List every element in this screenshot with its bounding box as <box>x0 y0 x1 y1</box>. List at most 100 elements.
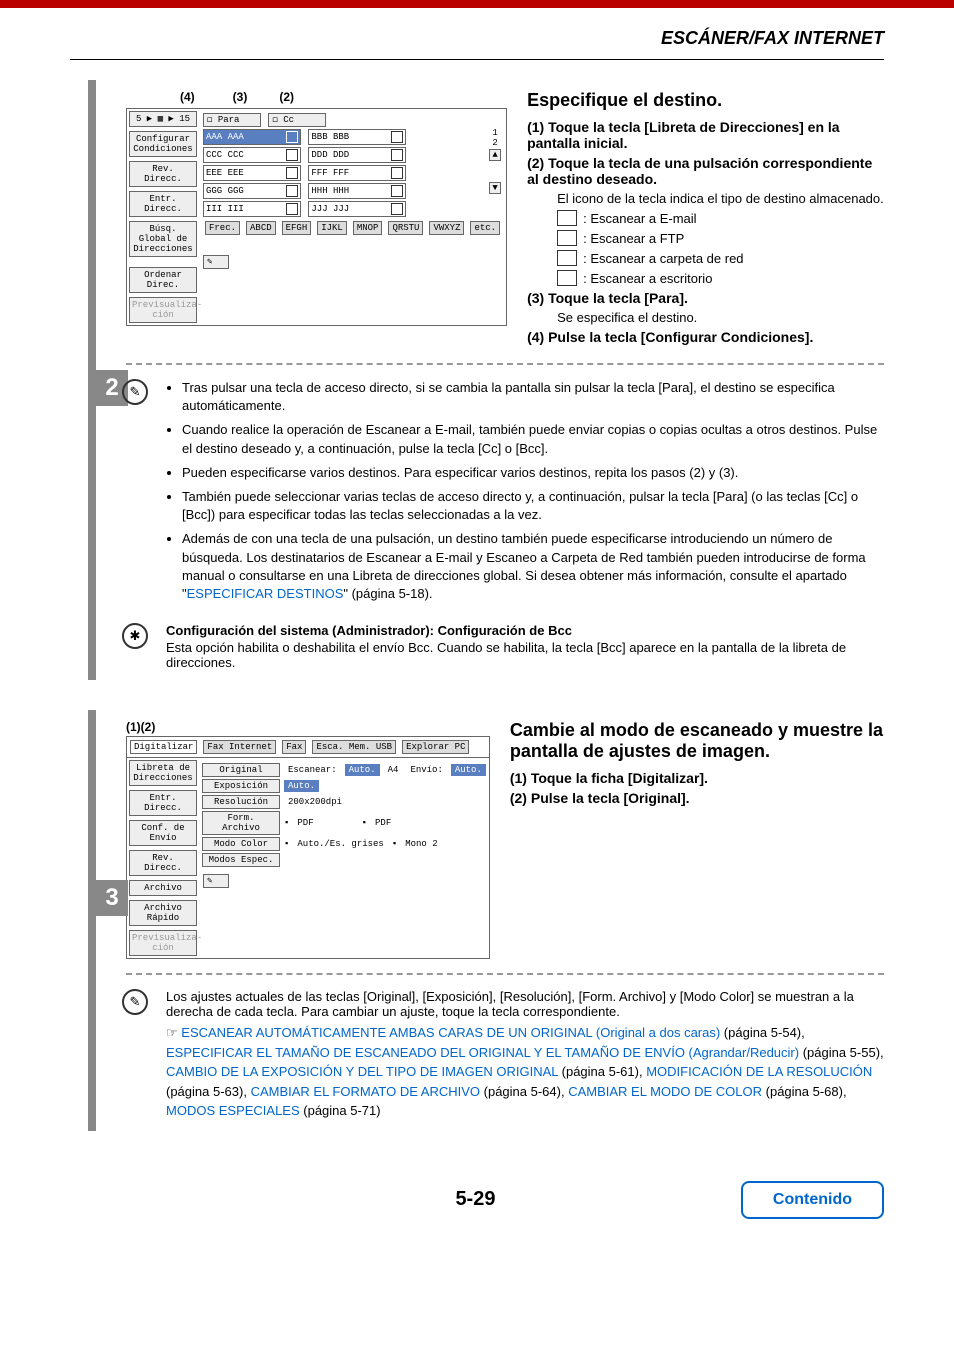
tab-mnop[interactable]: MNOP <box>353 221 383 235</box>
ftp-icon <box>286 203 298 215</box>
addr-label: BBB BBB <box>311 132 349 142</box>
hand-icon: ☞ <box>166 1025 178 1040</box>
tab-abcd[interactable]: ABCD <box>246 221 276 235</box>
btn-color[interactable]: Modo Color <box>202 837 280 851</box>
link-4[interactable]: CAMBIAR EL FORMATO DE ARCHIVO <box>251 1084 480 1099</box>
tab-vwxyz[interactable]: VWXYZ <box>429 221 464 235</box>
link-0[interactable]: ESCANEAR AUTOMÁTICAMENTE AMBAS CARAS DE … <box>181 1025 720 1040</box>
mono-icon: ▪ <box>392 839 397 849</box>
addr-hhh[interactable]: HHH HHH <box>308 183 406 199</box>
link-3[interactable]: MODIFICACIÓN DE LA RESOLUCIÓN <box>646 1064 872 1079</box>
btn-original[interactable]: Original <box>202 763 280 777</box>
side-config[interactable]: Configurar Condiciones <box>129 131 197 157</box>
phone-icon <box>286 149 298 161</box>
side-preview[interactable]: Previsualiza-ción <box>129 297 197 323</box>
addr-ccc[interactable]: CCC CCC <box>203 147 301 163</box>
addr-bbb[interactable]: BBB BBB <box>308 129 406 145</box>
addr-label: AAA AAA <box>206 132 244 142</box>
tab-digitalizar[interactable]: Digitalizar <box>130 740 197 754</box>
side-entr[interactable]: Entr. Direcc. <box>129 790 197 816</box>
side-libreta[interactable]: Libreta de Direcciones <box>129 760 197 786</box>
step2-sub2: (2) Toque la tecla de una pulsación corr… <box>527 155 884 187</box>
phone-icon <box>286 167 298 179</box>
step2-notes: Tras pulsar una tecla de acceso directo,… <box>166 379 884 603</box>
para-button[interactable]: ◻ Para <box>203 113 261 127</box>
note-3: Pueden especificarse varios destinos. Pa… <box>182 464 884 482</box>
tab-faxinternet[interactable]: Fax Internet <box>203 740 276 754</box>
note-5: Además de con una tecla de una pulsación… <box>182 530 884 603</box>
side-rev[interactable]: Rev. Direcc. <box>129 161 197 187</box>
addr-iii[interactable]: III III <box>203 201 301 217</box>
side-global[interactable]: Búsq. Global de Direcciones <box>129 221 197 257</box>
tab-etc[interactable]: etc. <box>470 221 500 235</box>
callout-labels: (4) (3) (2) <box>126 90 507 106</box>
icon-label-netfolder: : Escanear a carpeta de red <box>583 251 743 266</box>
preview-icon-button[interactable]: ✎ <box>203 874 229 888</box>
step-3-number: 3 <box>96 880 128 916</box>
gear-icon: ✱ <box>122 623 148 649</box>
step3-sub2: (2) Pulse la tecla [Original]. <box>510 790 884 806</box>
btn-formato[interactable]: Form. Archivo <box>202 811 280 835</box>
addr-jjj[interactable]: JJJ JJJ <box>308 201 406 217</box>
btn-resolucion[interactable]: Resolución <box>202 795 280 809</box>
addr-label: GGG GGG <box>206 186 244 196</box>
addr-label: FFF FFF <box>311 168 349 178</box>
tab-qrstu[interactable]: QRSTU <box>388 221 423 235</box>
top-accent-bar <box>0 0 954 8</box>
addr-fff[interactable]: FFF FFF <box>308 165 406 181</box>
addr-eee[interactable]: EEE EEE <box>203 165 301 181</box>
callout-4: (4) <box>180 90 195 104</box>
scroll-up-button[interactable]: ▲ <box>489 149 501 161</box>
cc-button[interactable]: ◻ Cc <box>268 113 326 127</box>
link-6[interactable]: MODOS ESPECIALES <box>166 1103 300 1118</box>
btn-exposicion[interactable]: Exposición <box>202 779 280 793</box>
tab-ijkl[interactable]: IJKL <box>317 221 347 235</box>
divider <box>126 363 884 365</box>
side-archivo[interactable]: Archivo <box>129 880 197 896</box>
val-color2: Mono 2 <box>401 838 441 850</box>
ftp-icon <box>286 185 298 197</box>
tab-frec[interactable]: Frec. <box>205 221 240 235</box>
email-icon <box>557 210 577 226</box>
side-preview[interactable]: Previsualiza-ción <box>129 930 197 956</box>
email-icon <box>391 167 403 179</box>
side-conf[interactable]: Conf. de Envío <box>129 820 197 846</box>
link-5[interactable]: CAMBIAR EL MODO DE COLOR <box>568 1084 762 1099</box>
callout-2: (2) <box>141 720 156 734</box>
addr-ddd[interactable]: DDD DDD <box>308 147 406 163</box>
link-especificar-destinos[interactable]: ESPECIFICAR DESTINOS <box>187 586 344 601</box>
note-1: Tras pulsar una tecla de acceso directo,… <box>182 379 884 415</box>
note-4: También puede seleccionar varias teclas … <box>182 488 884 524</box>
side-rapido[interactable]: Archivo Rápido <box>129 900 197 926</box>
link-1[interactable]: ESPECIFICAR EL TAMAÑO DE ESCANEADO DEL O… <box>166 1045 799 1060</box>
btn-modos[interactable]: Modos Espec. <box>202 853 280 867</box>
step2-sub3-desc: Se especifica el destino. <box>557 310 884 325</box>
link-4-p: (página 5-64), <box>480 1084 568 1099</box>
scroll-down-button[interactable]: ▼ <box>489 182 501 194</box>
addr-ggg[interactable]: GGG GGG <box>203 183 301 199</box>
side-rev[interactable]: Rev. Direcc. <box>129 850 197 876</box>
tab-efgh[interactable]: EFGH <box>282 221 312 235</box>
email-icon <box>391 149 403 161</box>
preview-icon-button[interactable]: ✎ <box>203 255 229 269</box>
para-label: Para <box>218 115 240 125</box>
val-res: 200x200dpi <box>284 796 346 808</box>
addr-label: JJJ JJJ <box>311 204 349 214</box>
link-2[interactable]: CAMBIO DE LA EXPOSICIÓN Y DEL TIPO DE IM… <box>166 1064 558 1079</box>
addr-aaa[interactable]: AAA AAA <box>203 129 301 145</box>
contents-button[interactable]: Contenido <box>741 1181 884 1219</box>
color-icon: ▪ <box>284 839 289 849</box>
note-2: Cuando realice la operación de Escanear … <box>182 421 884 457</box>
step2-sub3: (3) Toque la tecla [Para]. <box>527 290 884 306</box>
link-6-p: (página 5-71) <box>300 1103 381 1118</box>
header-rule <box>70 59 884 60</box>
tab-usb[interactable]: Esca. Mem. USB <box>312 740 396 754</box>
side-sort[interactable]: Ordenar Direc. <box>129 267 197 293</box>
tab-pc[interactable]: Explorar PC <box>402 740 469 754</box>
page-indicator-2: 2 <box>487 138 503 148</box>
val-auto2: Auto. <box>451 764 486 776</box>
tab-fax[interactable]: Fax <box>282 740 306 754</box>
side-entr[interactable]: Entr. Direcc. <box>129 191 197 217</box>
link-2-p: (página 5-61), <box>558 1064 646 1079</box>
desktop-icon <box>557 270 577 286</box>
